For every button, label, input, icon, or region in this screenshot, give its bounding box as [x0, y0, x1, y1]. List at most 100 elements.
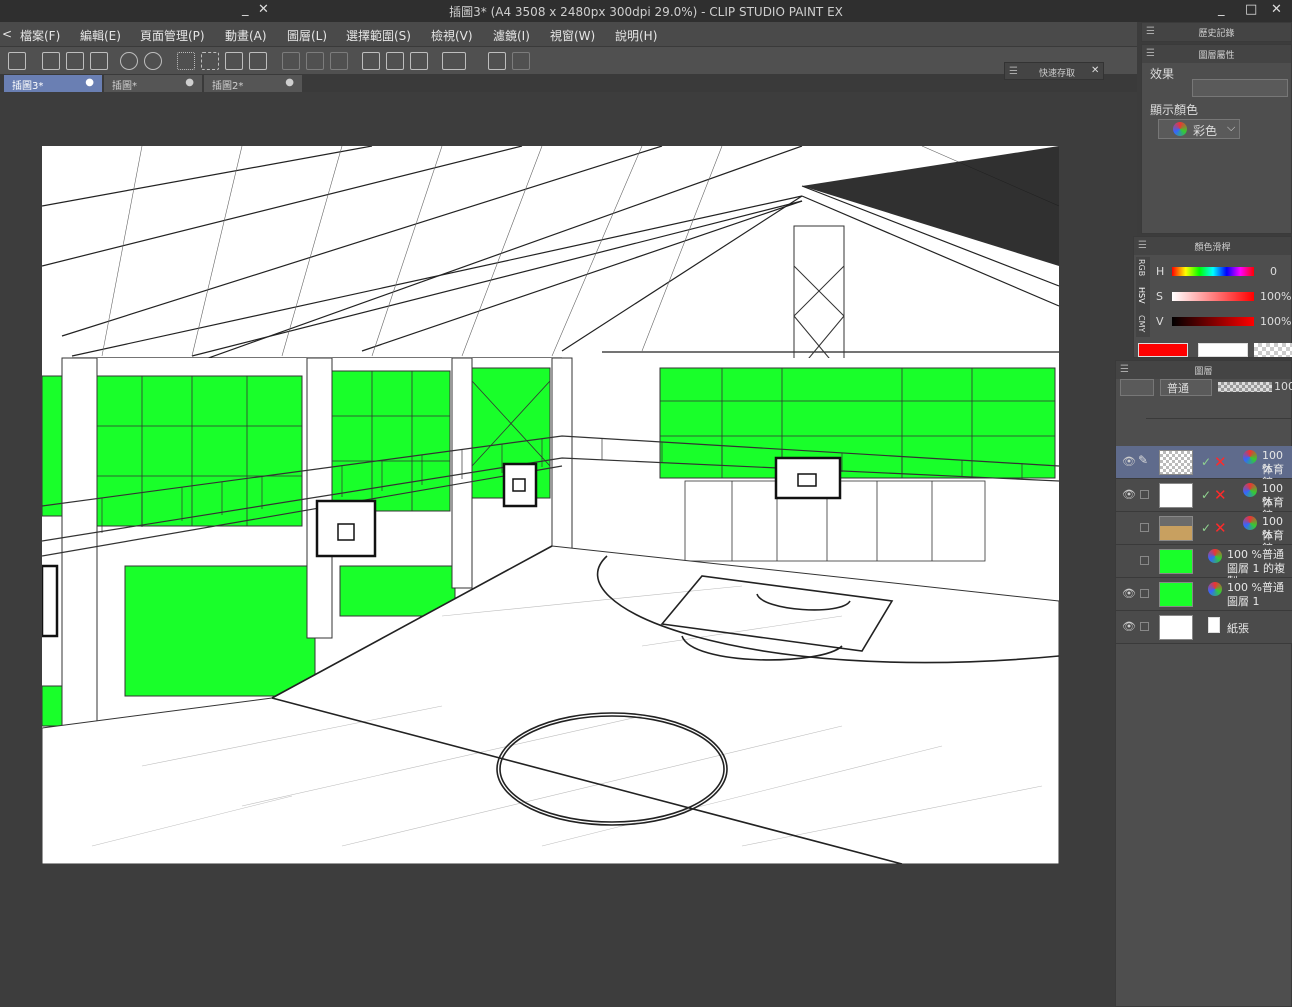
- layer-thumbnail: [1159, 549, 1193, 574]
- layer-checkbox[interactable]: [1140, 589, 1149, 598]
- menu-window[interactable]: 視窗(W): [550, 27, 595, 44]
- main-color-swatch[interactable]: [1138, 343, 1188, 357]
- layer-row[interactable]: 👁 ✓ ✕ 100 % 体育館: [1116, 512, 1292, 555]
- layer-row[interactable]: 👁 ✓ ✕ 100 % 体育館: [1116, 479, 1292, 522]
- tab-illustration[interactable]: 插圖* ●: [104, 75, 202, 92]
- history-panel-header: ☰ 歷史記錄: [1142, 23, 1291, 41]
- pen-snap-icon[interactable]: [362, 52, 380, 70]
- import-icon[interactable]: [488, 52, 506, 70]
- tab-rgb[interactable]: RGB: [1137, 259, 1146, 276]
- menu-page[interactable]: 頁面管理(P): [140, 27, 205, 44]
- redo-icon[interactable]: [144, 52, 162, 70]
- clip-studio-icon[interactable]: [8, 52, 26, 70]
- layer-thumbnail: [1159, 582, 1193, 607]
- tab-illustration2[interactable]: 插圖2* ●: [204, 75, 302, 92]
- layer-lock-toolbar[interactable]: [1146, 401, 1292, 419]
- tab-modified-dot[interactable]: ●: [185, 77, 194, 88]
- color-mode-tabs[interactable]: RGB HSV CMY: [1136, 257, 1150, 337]
- color-mode-icon: [1243, 483, 1257, 497]
- tab-label: 插圖*: [112, 81, 137, 92]
- opacity-slider[interactable]: [1218, 382, 1272, 392]
- undo-icon[interactable]: [120, 52, 138, 70]
- layer-panel[interactable]: ☰ 圖層 普通 100 👁 ✎ ✓ ✕ 100 % 体育館 👁 ✓ ✕ 100 …: [1115, 360, 1292, 1007]
- transparent-swatch[interactable]: [1254, 343, 1292, 357]
- menu-edit[interactable]: 編輯(E): [80, 27, 121, 44]
- layer-type-select[interactable]: [1120, 379, 1154, 396]
- tab-illustration3[interactable]: 插圖3* ●: [4, 75, 102, 92]
- menu-layer[interactable]: 圖層(L): [287, 27, 327, 44]
- grip-icon: ☰: [1146, 48, 1155, 59]
- menu-selection[interactable]: 選擇範圍(S): [346, 27, 411, 44]
- layer-checkbox[interactable]: [1140, 556, 1149, 565]
- layer-row[interactable]: 👁 100 %普通 圖層 1: [1116, 578, 1292, 611]
- hue-slider[interactable]: [1172, 267, 1254, 276]
- value-slider[interactable]: [1172, 317, 1254, 326]
- stabilizer-dropdown-icon[interactable]: [442, 52, 466, 70]
- tab-modified-dot[interactable]: ●: [285, 77, 294, 88]
- fill-icon[interactable]: [225, 52, 243, 70]
- tab-cmy[interactable]: CMY: [1137, 315, 1146, 332]
- tab-modified-dot[interactable]: ●: [85, 77, 94, 88]
- layer-thumbnail: [1159, 450, 1193, 475]
- eye-icon[interactable]: 👁: [1122, 587, 1136, 600]
- maximize-button[interactable]: □: [1245, 2, 1257, 17]
- quick-access-label: 快速存取: [1039, 69, 1076, 79]
- color-slider-panel[interactable]: ☰ 顏色滑桿 RGB HSV CMY H 0 S 100% V 100%: [1133, 236, 1292, 358]
- history-panel[interactable]: ☰ 歷史記錄: [1141, 22, 1292, 42]
- eye-icon[interactable]: 👁: [1122, 620, 1136, 633]
- paper-icon: [1208, 617, 1220, 633]
- opacity-value: 100: [1274, 380, 1292, 393]
- grip-icon: ☰: [1138, 240, 1147, 251]
- layer-action-toolbar[interactable]: [1120, 425, 1292, 443]
- sub-color-swatch[interactable]: [1198, 343, 1248, 357]
- layer-row[interactable]: 👁 ✎ ✓ ✕ 100 % 体育館: [1116, 446, 1292, 489]
- layer-checkbox[interactable]: [1140, 490, 1149, 499]
- ruler-snap-icon[interactable]: [410, 52, 428, 70]
- brush-snap-icon[interactable]: [386, 52, 404, 70]
- effect-buttons[interactable]: [1192, 79, 1288, 97]
- export-icon[interactable]: [512, 52, 530, 70]
- menu-view[interactable]: 檢視(V): [431, 27, 473, 44]
- menu-file[interactable]: 檔案(F): [20, 27, 60, 44]
- menu-help[interactable]: 說明(H): [615, 27, 657, 44]
- minimize-button[interactable]: _: [1218, 2, 1225, 17]
- save-icon[interactable]: [90, 52, 108, 70]
- eye-icon[interactable]: 👁: [1122, 488, 1136, 501]
- layer-thumbnail: [1159, 516, 1193, 541]
- clear-icon[interactable]: [282, 52, 300, 70]
- eye-icon[interactable]: 👁: [1122, 455, 1136, 468]
- layer-checkbox[interactable]: [1140, 523, 1149, 532]
- new-file-icon[interactable]: [42, 52, 60, 70]
- display-color-select[interactable]: 彩色 ⌵: [1158, 119, 1240, 139]
- color-mode-icon: [1208, 582, 1222, 596]
- float-close-button[interactable]: ✕: [258, 2, 269, 17]
- blend-mode-select[interactable]: 普通: [1160, 379, 1212, 396]
- layer-row[interactable]: 👁 100 %普通 圖層 1 的複製: [1116, 545, 1292, 588]
- command-bar: [0, 46, 1137, 74]
- layer-property-panel[interactable]: ☰ 圖層屬性 效果 顯示顏色 彩色 ⌵: [1141, 44, 1292, 234]
- saturation-slider[interactable]: [1172, 292, 1254, 301]
- layer-row[interactable]: 👁 紙張: [1116, 611, 1292, 644]
- tab-hsv[interactable]: HSV: [1137, 287, 1146, 304]
- transform-icon[interactable]: [249, 52, 267, 70]
- fill-selection-icon[interactable]: [330, 52, 348, 70]
- float-minimize-button[interactable]: _: [242, 2, 249, 17]
- quick-access-close-button[interactable]: ✕: [1091, 65, 1099, 76]
- drawing-canvas[interactable]: [42, 146, 1059, 864]
- invert-selection-icon[interactable]: [201, 52, 219, 70]
- clear-outside-icon[interactable]: [306, 52, 324, 70]
- menu-filter[interactable]: 濾鏡(I): [493, 27, 530, 44]
- disabled-x-icon: ✕: [1214, 519, 1227, 537]
- quick-access-panel[interactable]: ☰ 快速存取 ✕: [1004, 62, 1104, 80]
- menu-animation[interactable]: 動畫(A): [225, 27, 267, 44]
- layer-panel-header: ☰ 圖層: [1116, 361, 1291, 379]
- close-button[interactable]: ✕: [1271, 2, 1282, 17]
- menu-back-arrow-icon[interactable]: <: [2, 27, 12, 41]
- tab-label: 插圖2*: [212, 81, 244, 92]
- open-folder-icon[interactable]: [66, 52, 84, 70]
- deselect-icon[interactable]: [177, 52, 195, 70]
- layer-checkbox[interactable]: [1140, 622, 1149, 631]
- layer-thumbnail: [1159, 615, 1193, 640]
- grip-icon: ☰: [1120, 364, 1129, 375]
- layer-name-line2: 紙張: [1227, 622, 1249, 635]
